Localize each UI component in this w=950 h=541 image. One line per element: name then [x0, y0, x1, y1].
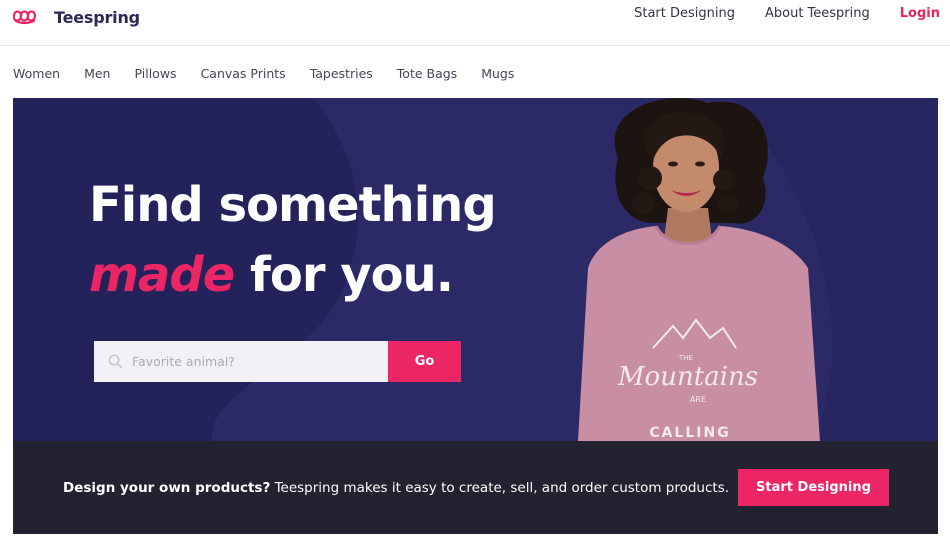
category-men[interactable]: Men: [84, 66, 110, 82]
nav-about-teespring[interactable]: About Teespring: [735, 5, 870, 23]
teespring-logo[interactable]: Teespring: [12, 6, 140, 28]
shirt-print-calling: CALLING: [649, 425, 730, 441]
go-button[interactable]: Go: [388, 341, 461, 382]
cta-body-text: Teespring makes it easy to create, sell,…: [270, 480, 730, 496]
brand-name: Teespring: [54, 7, 140, 27]
headline-rest: for you.: [234, 247, 454, 303]
cta-bold-text: Design your own products?: [63, 480, 271, 496]
top-header: Teespring Start Designing About Teesprin…: [0, 0, 950, 46]
cta-text: Design your own products? Teespring make…: [63, 479, 729, 497]
headline-line-2: made for you.: [89, 240, 496, 310]
category-pillows[interactable]: Pillows: [134, 66, 176, 82]
model-photo: THE Mountains ARE CALLING: [578, 98, 820, 441]
nav-login[interactable]: Login: [870, 5, 940, 23]
category-tapestries[interactable]: Tapestries: [310, 66, 373, 82]
category-tote-bags[interactable]: Tote Bags: [397, 66, 457, 82]
headline-accent: made: [89, 247, 235, 303]
headline-line-1: Find something: [89, 177, 497, 233]
hero-headline: Find something made for you.: [89, 170, 497, 310]
search-field-wrapper: [94, 341, 388, 382]
search-input[interactable]: [132, 354, 372, 369]
search-icon: [108, 354, 123, 369]
teespring-logo-icon: [12, 10, 37, 25]
design-cta-banner: Design your own products? Teespring make…: [13, 441, 938, 534]
hero-search-form: Go: [94, 341, 461, 382]
category-canvas-prints[interactable]: Canvas Prints: [201, 66, 286, 82]
nav-start-designing[interactable]: Start Designing: [604, 5, 735, 23]
start-designing-button[interactable]: Start Designing: [738, 469, 889, 506]
top-nav: Start Designing About Teespring Login: [604, 5, 940, 23]
category-mugs[interactable]: Mugs: [481, 66, 514, 82]
hero-banner: Find something made for you. Go: [13, 98, 938, 441]
category-nav: Women Men Pillows Canvas Prints Tapestri…: [13, 66, 538, 82]
shirt-print-are: ARE: [690, 395, 706, 404]
category-women[interactable]: Women: [13, 66, 60, 82]
shirt-print-mountains: Mountains: [617, 362, 758, 392]
shirt-print-the: THE: [678, 354, 693, 362]
